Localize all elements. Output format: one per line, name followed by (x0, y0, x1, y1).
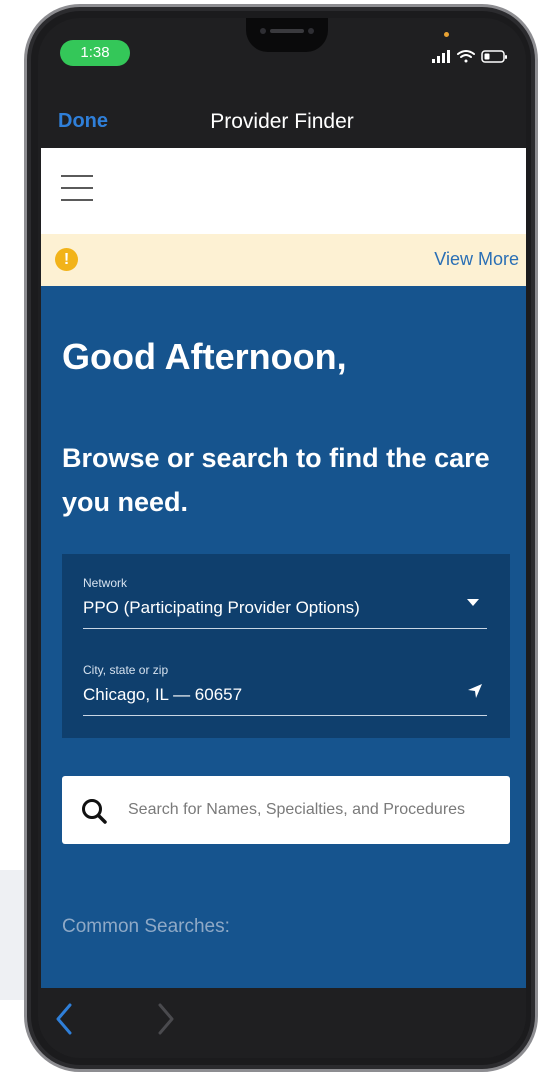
signal-icon (432, 50, 450, 63)
location-value: Chicago, IL — 60657 (83, 685, 243, 704)
wifi-icon (457, 50, 475, 63)
camera-icon (260, 28, 266, 34)
caret-down-icon (467, 599, 479, 606)
network-select[interactable]: Network PPO (Participating Provider Opti… (83, 576, 487, 629)
site-header (41, 148, 526, 234)
search-icon (82, 799, 107, 824)
alert-banner: ! View More (41, 234, 526, 286)
location-field[interactable]: City, state or zip Chicago, IL — 60657 (83, 663, 487, 716)
browser-toolbar (38, 988, 526, 1058)
chevron-right-icon[interactable] (156, 1002, 176, 1036)
search-input[interactable] (128, 796, 504, 824)
hamburger-icon[interactable] (61, 175, 93, 201)
privacy-indicator-icon (444, 32, 449, 37)
location-label: City, state or zip (83, 663, 169, 677)
view-more-link[interactable]: View More (434, 249, 519, 270)
phone-screen: 1:38 Provider Finder Done ! View More Go… (38, 18, 526, 1058)
location-arrow-icon[interactable] (467, 683, 483, 699)
status-time: 1:38 (60, 40, 130, 66)
search-box (62, 776, 510, 844)
hero-panel: Good Afternoon, Browse or search to find… (41, 286, 526, 988)
sensor-icon (308, 28, 314, 34)
network-value: PPO (Participating Provider Options) (83, 598, 360, 617)
greeting-heading: Good Afternoon, (62, 336, 347, 377)
network-label: Network (83, 576, 128, 590)
notch (246, 18, 328, 52)
status-icons (432, 50, 507, 63)
filter-panel: Network PPO (Participating Provider Opti… (62, 554, 510, 738)
hero-subtitle: Browse or search to find the care you ne… (62, 443, 490, 517)
speaker-icon (270, 29, 304, 33)
battery-icon (481, 50, 507, 63)
nav-title: Provider Finder (210, 110, 354, 133)
warning-icon: ! (55, 248, 78, 271)
chevron-left-icon[interactable] (54, 1002, 74, 1036)
done-button[interactable]: Done (58, 110, 108, 133)
common-searches-heading: Common Searches: (62, 916, 230, 937)
phone-frame: 1:38 Provider Finder Done ! View More Go… (24, 4, 538, 1072)
